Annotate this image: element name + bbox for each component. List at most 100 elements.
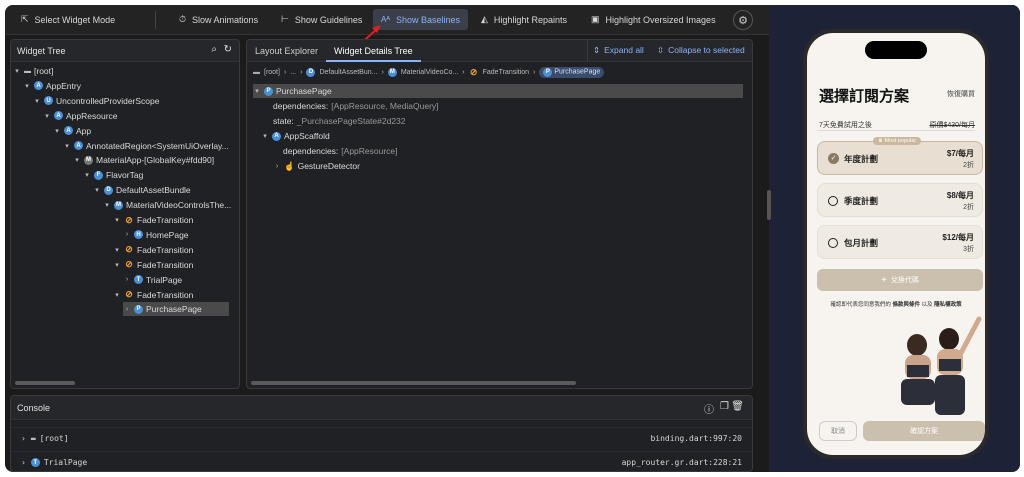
chevron-down-icon[interactable]: ▾ xyxy=(73,156,81,164)
chevron-down-icon: ▾ xyxy=(263,133,267,140)
widget-tree-row[interactable]: ▾ ⊘ FadeTransition xyxy=(113,213,193,227)
widget-tree-row[interactable]: ▾ A AppEntry xyxy=(23,79,81,93)
help-icon[interactable]: ⓘ xyxy=(704,401,714,416)
chevron-down-icon[interactable]: ▾ xyxy=(113,216,121,224)
splitter-handle[interactable] xyxy=(767,190,771,220)
redeem-code-button[interactable]: + 兌換代碼 xyxy=(817,269,983,291)
widget-tree-row[interactable]: ▾ F FlavorTag xyxy=(83,168,143,182)
breadcrumb-item[interactable]: ... xyxy=(290,69,296,76)
console-row[interactable]: › T TrialPage app_router.gr.dart:228:21 xyxy=(11,451,752,471)
plan-name: 包月計劃 xyxy=(844,238,879,248)
phone-screen: 選擇訂閱方案 恢復購買 7天免費試用之後 原價$430/每月 ♛ Most po… xyxy=(807,33,985,455)
chevron-down-icon[interactable]: ▾ xyxy=(113,291,121,299)
radio-icon xyxy=(828,196,838,206)
widget-tree-row[interactable]: ▾ A AppResource xyxy=(43,109,117,123)
details-property-state[interactable]: state: _PurchasePageState#2d232 xyxy=(273,114,406,128)
horizontal-scrollbar[interactable] xyxy=(15,381,75,385)
breadcrumb-item[interactable]: MaterialVideoCo... xyxy=(401,69,458,76)
chevron-down-icon[interactable]: ▾ xyxy=(63,142,71,150)
console-row-source[interactable]: binding.dart:997:20 xyxy=(650,434,742,443)
widget-tree-row[interactable]: ▾ ▬ [root] xyxy=(13,64,53,78)
chevron-right-icon[interactable]: › xyxy=(123,306,131,313)
copy-icon[interactable]: ❐ xyxy=(720,401,729,412)
breadcrumb-item[interactable]: FadeTransition xyxy=(483,69,529,76)
devtools-window: ⇱ Select Widget Mode ⏱ Slow Animations ⊢… xyxy=(5,5,1020,472)
chevron-down-icon[interactable]: ▾ xyxy=(103,201,111,209)
plan-option-annual[interactable]: ✓ 年度計劃 $7/每月 2折 xyxy=(817,141,983,175)
privacy-link[interactable]: 隱私權政策 xyxy=(934,302,962,308)
device-preview: 選擇訂閱方案 恢復購買 7天免費試用之後 原價$430/每月 ♛ Most po… xyxy=(767,5,1020,472)
breadcrumb-item-selected[interactable]: P PurchasePage xyxy=(539,66,605,78)
folder-icon: ▬ xyxy=(30,434,36,443)
breadcrumb-item[interactable]: DefaultAssetBun... xyxy=(319,69,377,76)
highlight-oversized-button[interactable]: ▣ Highlight Oversized Images xyxy=(583,9,724,30)
console-row-label: [root] xyxy=(39,434,69,443)
widget-tree-row[interactable]: ▾ M MaterialVideoControlsThe... xyxy=(103,198,231,212)
highlight-repaints-button[interactable]: ◭ Highlight Repaints xyxy=(473,9,575,30)
plan-price: $12/每月 xyxy=(942,233,974,242)
widget-badge-icon: F xyxy=(94,170,103,180)
image-icon: ▣ xyxy=(591,14,600,24)
widget-tree-row[interactable]: ▾ A AnnotatedRegion<SystemUiOverlay... xyxy=(63,139,229,153)
expand-all-button[interactable]: ⇕ Expand all xyxy=(593,45,644,56)
widget-tree-row[interactable]: ▾ U UncontrolledProviderScope xyxy=(33,94,159,108)
details-row-purchase-page[interactable]: ▾ P PurchasePage xyxy=(253,84,743,98)
widget-tree-row[interactable]: › H HomePage xyxy=(123,228,189,242)
details-property-dependencies[interactable]: dependencies: [AppResource, MediaQuery] xyxy=(273,99,439,113)
terms-link[interactable]: 條款與條件 xyxy=(892,302,920,308)
widget-tree-row[interactable]: ▾ ⊘ FadeTransition xyxy=(113,243,193,257)
search-icon[interactable]: ⌕ xyxy=(211,44,217,55)
widget-tree-row[interactable]: ▾ A App xyxy=(53,124,91,138)
details-row-gesture-detector[interactable]: › ☝ GestureDetector xyxy=(273,159,360,173)
widget-badge-icon: P xyxy=(543,67,553,77)
plan-option-monthly[interactable]: 包月計劃 $12/每月 3折 xyxy=(817,225,983,259)
widget-badge-icon: M xyxy=(84,155,93,165)
details-tabs: Layout Explorer Widget Details Tree ⇕ Ex… xyxy=(247,40,752,62)
widget-tree-row[interactable]: › P PurchasePage xyxy=(123,302,229,317)
plan-discount: 2折 xyxy=(963,162,974,169)
select-widget-mode-button[interactable]: ⇱ Select Widget Mode xyxy=(13,9,123,30)
tab-divider xyxy=(587,40,588,62)
collapse-label: Collapse to selected xyxy=(668,45,745,55)
widget-badge-icon: P xyxy=(264,86,273,96)
chevron-right-icon[interactable]: › xyxy=(123,276,131,283)
chevron-down-icon[interactable]: ▾ xyxy=(33,97,41,105)
delete-icon[interactable]: 🗑 xyxy=(731,401,744,412)
console-row[interactable]: › ▬ [root] binding.dart:997:20 xyxy=(11,427,752,449)
collapse-to-selected-button[interactable]: ⇳ Collapse to selected xyxy=(657,45,745,56)
show-guidelines-label: Show Guidelines xyxy=(294,14,363,25)
console-row-source[interactable]: app_router.gr.dart:228:21 xyxy=(622,458,742,467)
cancel-button[interactable]: 取消 xyxy=(819,421,857,441)
chevron-right-icon[interactable]: › xyxy=(123,231,131,238)
terms-text: 確認即代表您同意我們的 條款與條件 以及 隱私權政策 xyxy=(807,300,985,308)
widget-tree-row[interactable]: › T TrialPage xyxy=(123,273,182,287)
horizontal-scrollbar[interactable] xyxy=(251,381,576,385)
details-row-app-scaffold[interactable]: ▾ A AppScaffold xyxy=(261,129,329,143)
plan-option-quarterly[interactable]: 季度計劃 $8/每月 2折 xyxy=(817,183,983,217)
tab-layout-explorer[interactable]: Layout Explorer xyxy=(247,40,326,62)
widget-tree-row[interactable]: ▾ M MaterialApp-[GlobalKey#fdd90] xyxy=(73,153,214,167)
chevron-down-icon[interactable]: ▾ xyxy=(113,261,121,269)
slow-animations-label: Slow Animations xyxy=(192,14,259,25)
chevron-down-icon[interactable]: ▾ xyxy=(83,171,91,179)
confirm-plan-button[interactable]: 確認方案 xyxy=(863,421,985,441)
property-value: [AppResource] xyxy=(341,146,398,156)
chevron-down-icon[interactable]: ▾ xyxy=(13,67,21,75)
widget-tree-row[interactable]: ▾ D DefaultAssetBundle xyxy=(93,183,190,197)
gear-icon[interactable]: ⚙ xyxy=(733,10,753,30)
chevron-down-icon[interactable]: ▾ xyxy=(53,127,61,135)
restore-purchase-link[interactable]: 恢復購買 xyxy=(947,89,975,99)
widget-tree-row[interactable]: ▾ ⊘ FadeTransition xyxy=(113,288,193,302)
chevron-down-icon[interactable]: ▾ xyxy=(113,246,121,254)
chevron-down-icon[interactable]: ▾ xyxy=(23,82,31,90)
console-panel: Console ⓘ ❐ 🗑 › ▬ [root] binding.dart:99… xyxy=(10,395,753,472)
widget-tree-row[interactable]: ▾ ⊘ FadeTransition xyxy=(113,258,193,272)
breadcrumb-item[interactable]: [root] xyxy=(264,69,280,76)
chevron-down-icon[interactable]: ▾ xyxy=(43,112,51,120)
gesture-icon: ☝ xyxy=(284,160,295,171)
slow-animations-button[interactable]: ⏱ Slow Animations xyxy=(171,9,266,30)
details-property-dependencies-2[interactable]: dependencies: [AppResource] xyxy=(283,144,398,158)
chevron-down-icon[interactable]: ▾ xyxy=(93,186,101,194)
refresh-icon[interactable]: ↻ xyxy=(224,44,232,55)
tab-widget-details-tree[interactable]: Widget Details Tree xyxy=(326,40,421,62)
